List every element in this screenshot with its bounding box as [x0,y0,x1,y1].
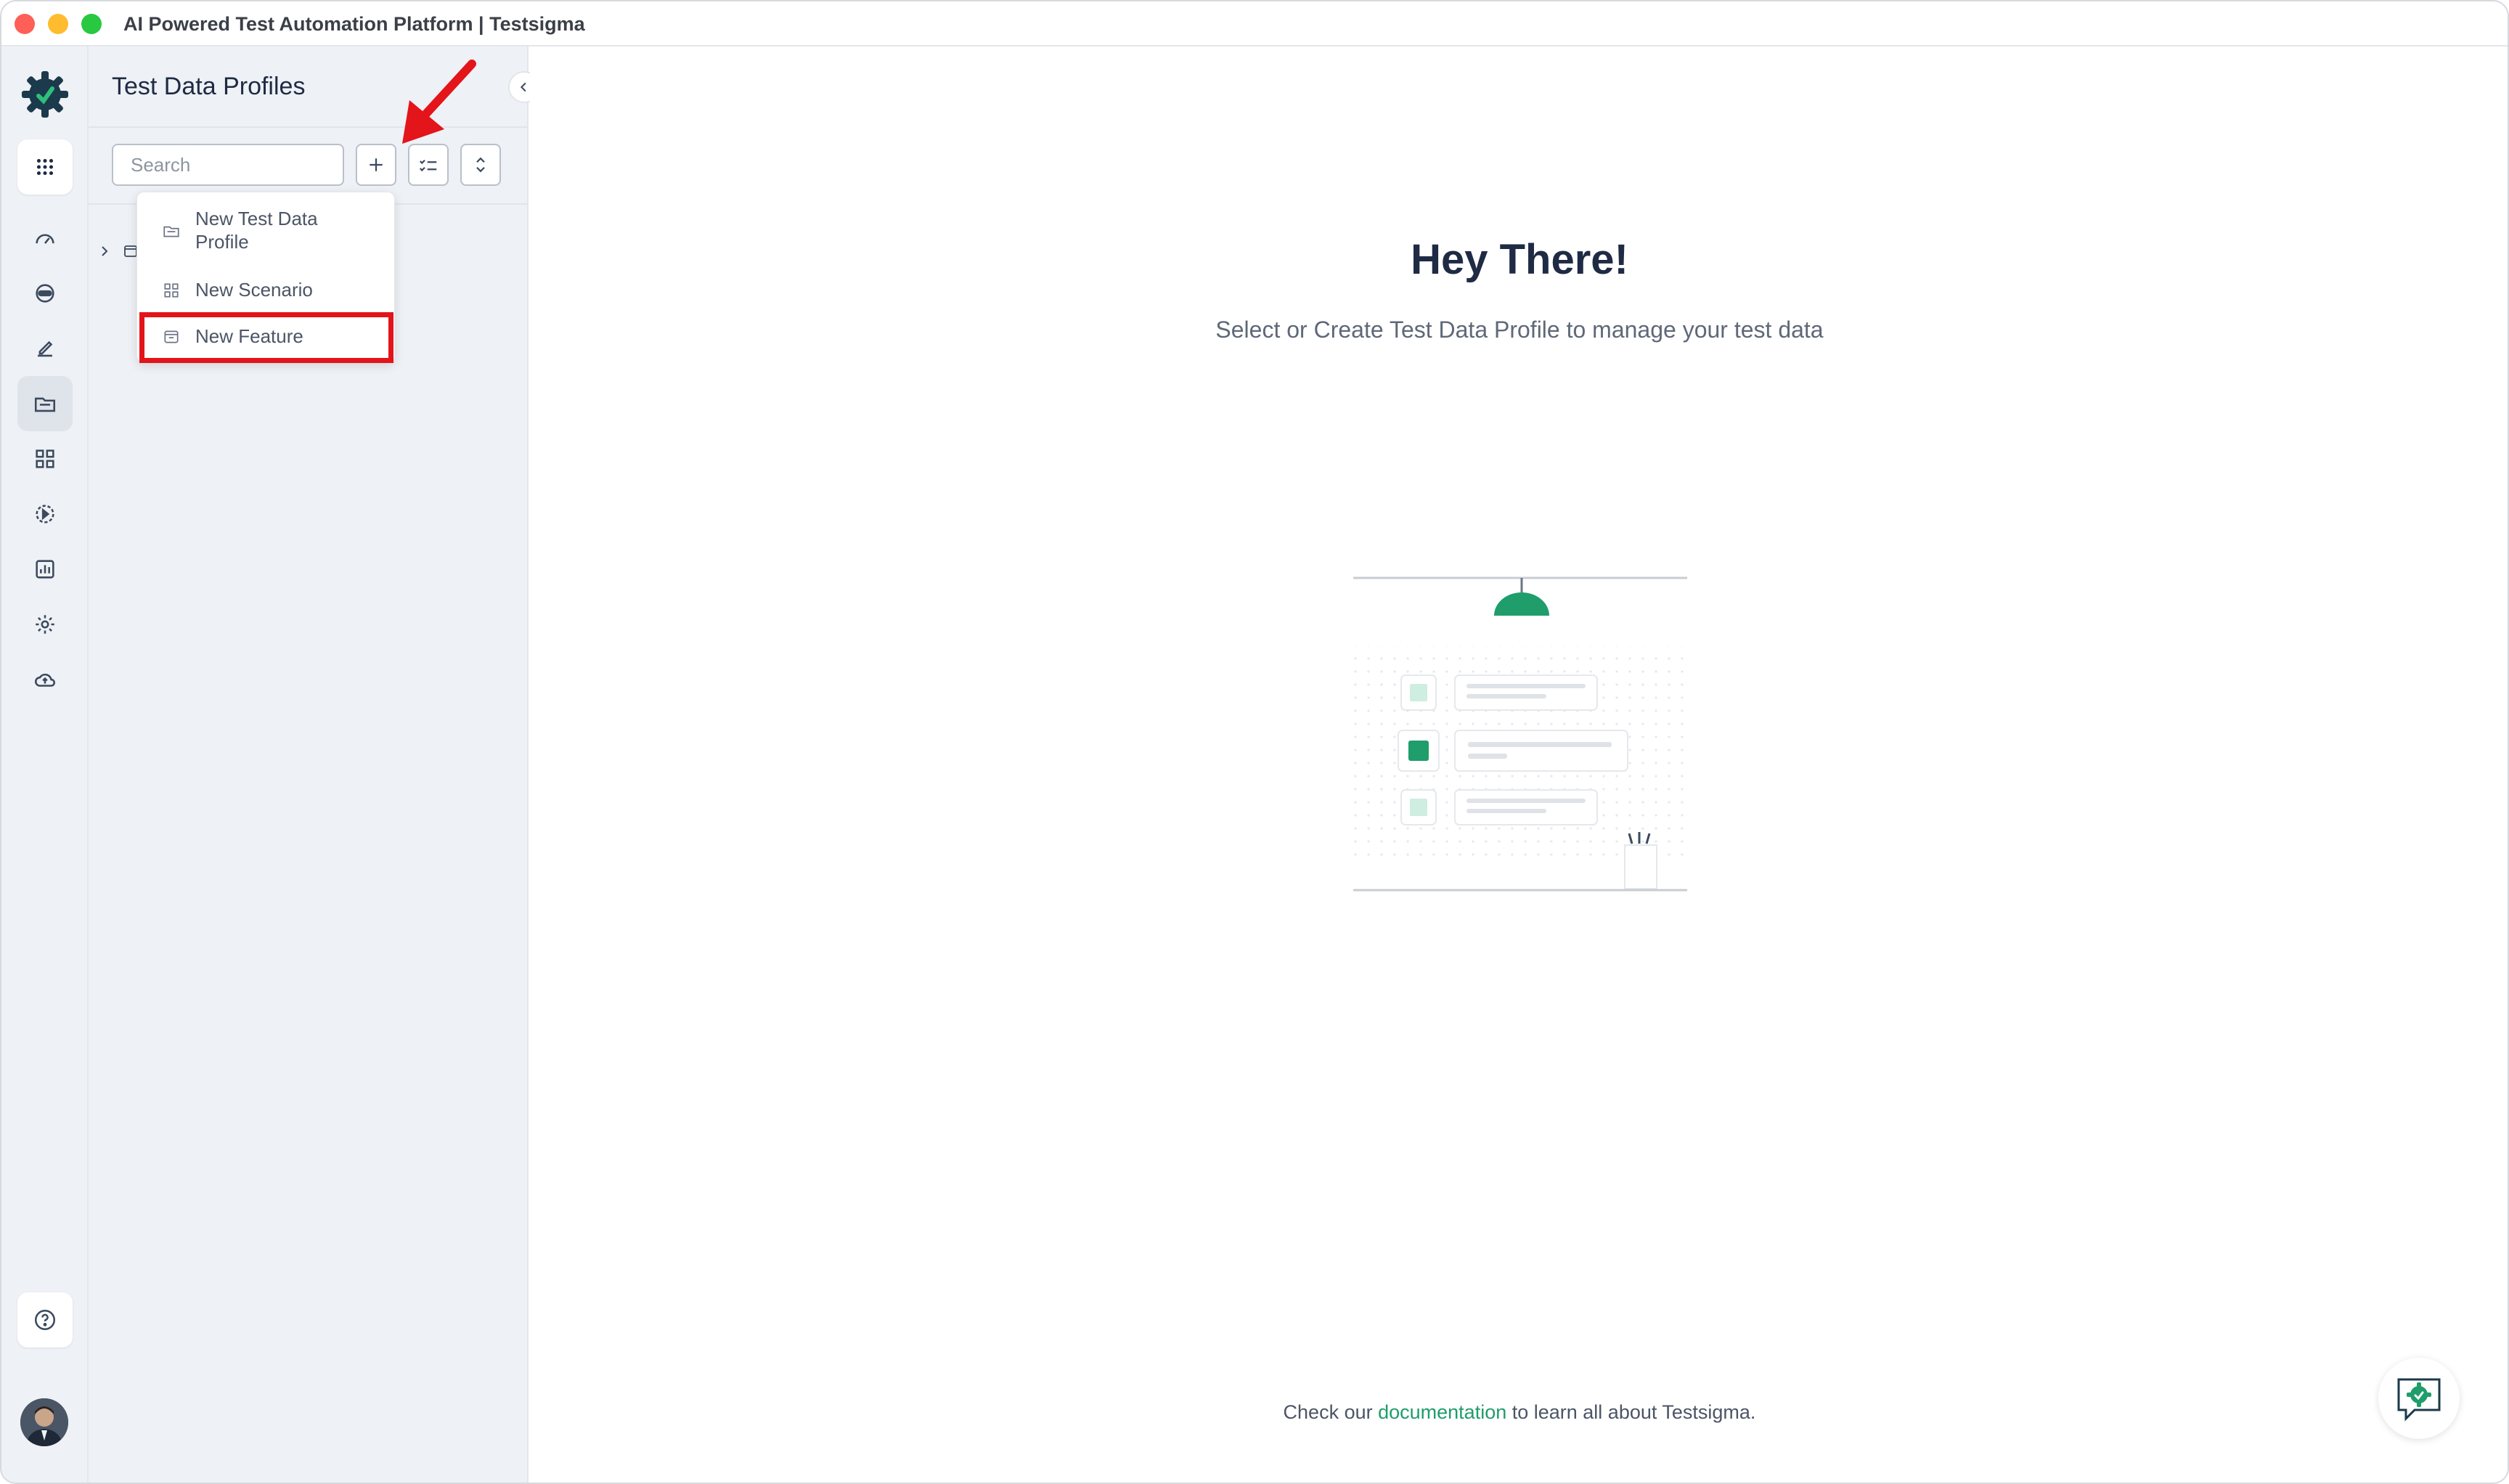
grid-icon [164,283,179,298]
footer-note: Check our documentation to learn all abo… [530,1401,2508,1424]
main-content: Hey There! Select or Create Test Data Pr… [530,46,2508,1483]
cloud-upload-icon[interactable] [17,652,73,707]
app-window: AI Powered Test Automation Platform | Te… [0,0,2509,1484]
user-avatar[interactable] [20,1398,68,1446]
dashboard-gauge-icon[interactable] [17,211,73,266]
chevron-right-icon[interactable] [96,242,113,260]
empty-state-heading: Hey There! [1411,236,1628,283]
menu-item-label: New Feature [195,325,303,347]
multi-select-button[interactable] [408,144,449,186]
plus-icon [370,158,383,171]
menu-item-new-test-data-profile[interactable]: New Test Data Profile [137,207,396,258]
divider [89,126,529,128]
apps-grid-icon[interactable] [17,139,73,195]
run-play-icon[interactable] [17,486,73,542]
empty-state-subheading: Select or Create Test Data Profile to ma… [1215,317,1824,343]
test-data-folder-icon[interactable] [17,376,73,431]
footer-suffix: to learn all about Testsigma. [1506,1401,1756,1423]
settings-gear-icon[interactable] [17,597,73,652]
modules-grid-icon[interactable] [17,431,73,486]
window-title: AI Powered Test Automation Platform | Te… [123,13,585,35]
menu-item-new-feature[interactable]: New Feature [137,325,396,354]
checklist-icon [419,159,437,172]
chat-bot-icon [2397,1378,2441,1422]
testsigma-logo-icon[interactable] [19,68,71,121]
menu-item-new-scenario[interactable]: New Scenario [137,278,396,307]
reports-chart-icon[interactable] [17,542,73,597]
expand-collapse-button[interactable] [460,144,501,186]
footer-prefix: Check our [1283,1401,1379,1423]
nav-rail [1,46,89,1483]
menu-item-label: New Scenario [195,279,313,301]
sidebar-title: Test Data Profiles [112,73,306,100]
chat-support-button[interactable] [2378,1358,2460,1439]
pencil-icon[interactable] [17,321,73,376]
help-question-icon[interactable] [17,1292,73,1348]
search-input[interactable] [112,144,344,186]
folder-icon [163,226,179,237]
add-menu-dropdown: New Test Data Profile New Scenario New F… [136,192,395,363]
title-bar: AI Powered Test Automation Platform | Te… [1,1,2508,46]
feature-icon [164,330,179,343]
minimize-window-button[interactable] [48,14,68,34]
close-window-button[interactable] [15,14,35,34]
add-button[interactable] [356,144,396,186]
maximize-window-button[interactable] [81,14,102,34]
copilot-icon[interactable] [17,266,73,321]
documentation-link[interactable]: documentation [1378,1401,1506,1423]
chevron-up-down-icon [476,157,485,173]
menu-item-label: New Test Data Profile [195,208,318,253]
empty-state-illustration [1353,576,1687,892]
